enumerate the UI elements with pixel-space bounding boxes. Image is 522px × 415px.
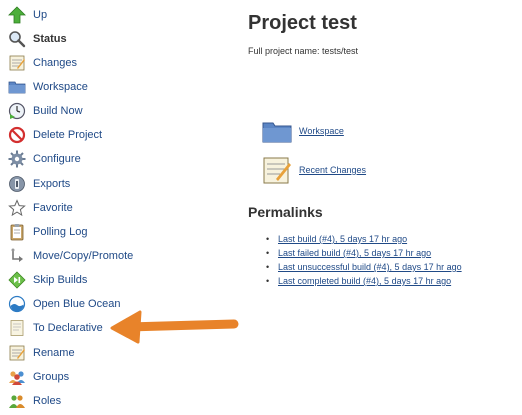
clock-play-icon [8,102,26,120]
sidebar-item-status[interactable]: Status [8,28,67,50]
permalinks-heading: Permalinks [248,204,323,220]
notepad-icon [8,344,26,362]
sidebar-item-label: Build Now [33,105,83,117]
sidebar-item-label: Changes [33,57,78,69]
move-icon [8,247,26,265]
sidebar-item-label: Configure [33,153,81,165]
list-item: Last failed build (#4), 5 days 17 hr ago [266,246,462,260]
sidebar-item-label: Exports [33,178,71,190]
sidebar-item-label: Rename [33,347,75,359]
sidebar-item-label: Favorite [33,202,73,214]
sidebar-item-to-declarative[interactable]: To Declarative [8,317,103,339]
sidebar-item-label: Roles [33,395,62,407]
folder-icon [8,78,26,96]
sidebar-item-label: Open Blue Ocean [33,298,121,310]
sidebar-item-rename[interactable]: Rename [8,342,75,364]
recent-changes-link[interactable]: Recent Changes [299,165,366,175]
exports-icon [8,175,26,193]
magnifier-icon [8,30,26,48]
sidebar-item-groups[interactable]: Groups [8,366,69,388]
sidebar-item-label: Polling Log [33,226,88,238]
up-arrow-icon [8,6,26,24]
page-title: Project test [248,12,357,34]
no-entry-icon [8,126,26,144]
permalink-last-build[interactable]: Last build (#4), 5 days 17 hr ago [278,234,407,244]
sidebar-item-roles[interactable]: Roles [8,390,61,412]
workspace-link-row: Workspace [262,116,344,146]
sidebar-item-label: Delete Project [33,129,103,141]
folder-icon [262,116,292,146]
sidebar: Up Status Changes Workspace Build Now De… [0,0,240,415]
sidebar-item-changes[interactable]: Changes [8,52,77,74]
sidebar-item-move-copy-promote[interactable]: Move/Copy/Promote [8,245,133,267]
gear-icon [8,150,26,168]
permalink-last-completed-build[interactable]: Last completed build (#4), 5 days 17 hr … [278,276,451,286]
sidebar-item-configure[interactable]: Configure [8,148,81,170]
sidebar-item-label: Groups [33,371,70,383]
sidebar-item-workspace[interactable]: Workspace [8,76,88,98]
main-panel: Project test Full project name: tests/te… [248,0,522,415]
sidebar-item-label: Up [33,9,48,21]
star-icon [8,199,26,217]
recent-changes-link-row: Recent Changes [262,155,366,185]
blue-ocean-icon [8,295,26,313]
notepad-icon [262,155,292,185]
sidebar-item-label: Move/Copy/Promote [33,250,134,262]
roles-icon [8,392,26,410]
workspace-link[interactable]: Workspace [299,126,344,136]
sidebar-item-label: Status [33,33,67,45]
document-icon [8,319,26,337]
skip-icon [8,271,26,289]
notepad-icon [8,54,26,72]
sidebar-item-label: Skip Builds [33,274,88,286]
list-item: Last completed build (#4), 5 days 17 hr … [266,274,462,288]
sidebar-item-favorite[interactable]: Favorite [8,197,73,219]
permalink-last-unsuccessful-build[interactable]: Last unsuccessful build (#4), 5 days 17 … [278,262,462,272]
sidebar-item-exports[interactable]: Exports [8,173,70,195]
sidebar-item-label: To Declarative [33,322,103,334]
sidebar-item-build-now[interactable]: Build Now [8,100,83,122]
sidebar-item-open-blue-ocean[interactable]: Open Blue Ocean [8,293,120,315]
permalink-last-failed-build[interactable]: Last failed build (#4), 5 days 17 hr ago [278,248,431,258]
sidebar-item-delete-project[interactable]: Delete Project [8,124,102,146]
list-item: Last unsuccessful build (#4), 5 days 17 … [266,260,462,274]
list-item: Last build (#4), 5 days 17 hr ago [266,232,462,246]
sidebar-item-polling-log[interactable]: Polling Log [8,221,87,243]
full-project-name: Full project name: tests/test [248,46,359,56]
sidebar-item-up[interactable]: Up [8,4,47,26]
permalinks-list: Last build (#4), 5 days 17 hr ago Last f… [266,232,462,288]
sidebar-item-label: Workspace [33,81,88,93]
group-icon [8,368,26,386]
sidebar-item-skip-builds[interactable]: Skip Builds [8,269,87,291]
clipboard-icon [8,223,26,241]
